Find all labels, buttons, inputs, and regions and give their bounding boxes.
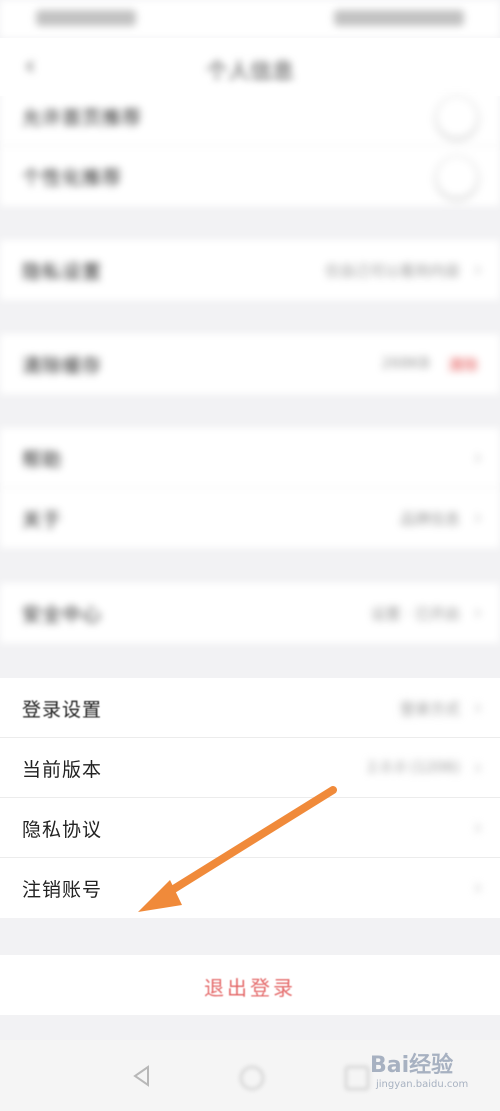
list-item[interactable]: 登录设置 登录方式 › (0, 678, 500, 738)
chevron-right-icon: › (474, 505, 482, 529)
clear-cache-button[interactable]: 清除 (448, 354, 478, 375)
row-label: 登录设置 (22, 699, 103, 721)
watermark-logo: Bai经验 (370, 1053, 454, 1078)
list-item[interactable]: 当前版本 2.0.0 (1206) › (0, 738, 500, 798)
row-label: 允许首页推荐 (22, 107, 143, 129)
row-value: 品牌信息 (399, 510, 460, 528)
recommend-settings-group: 允许首页推荐 个性化推荐 (0, 86, 500, 206)
chevron-right-icon: › (474, 257, 482, 281)
logout-button[interactable]: 退出登录 (0, 955, 500, 1015)
chevron-right-icon: › (474, 815, 482, 839)
chevron-right-icon: › (474, 875, 482, 899)
system-nav-bar: Bai经验 jingyan.baidu.com (0, 1040, 500, 1111)
row-value: 2.0.0 (1206) (367, 758, 460, 776)
help-about-group: 帮助 › 关于 品牌信息 › (0, 428, 500, 548)
row-label: 个性化推荐 (22, 167, 123, 189)
status-bar (0, 0, 500, 38)
row-label: 隐私协议 (22, 819, 103, 841)
privacy-settings-group: 隐私设置 仅自己可以看到内容 › (0, 240, 500, 300)
row-label: 清除缓存 (22, 355, 103, 377)
nav-back-icon[interactable] (130, 1064, 154, 1088)
list-item[interactable]: 注销账号 › (0, 858, 500, 918)
watermark-url: jingyan.baidu.com (376, 1079, 469, 1090)
security-group: 安全中心 设置 · 已开启 › (0, 583, 500, 643)
battery-time-indicators (334, 10, 464, 26)
list-item[interactable]: 帮助 › (0, 428, 500, 488)
toggle-switch-icon[interactable] (436, 156, 478, 198)
page-title: 个人信息 (205, 60, 294, 85)
row-label: 帮助 (22, 449, 63, 471)
row-value: 仅自己可以看到内容 (324, 262, 460, 280)
chevron-right-icon: › (474, 695, 482, 719)
chevron-right-icon: › (474, 445, 482, 469)
list-item[interactable]: 个性化推荐 (0, 146, 500, 206)
row-label: 关于 (22, 509, 63, 531)
row-label: 安全中心 (22, 604, 103, 626)
row-label: 隐私设置 (22, 261, 103, 283)
row-label: 当前版本 (22, 759, 103, 781)
toggle-switch-icon[interactable] (436, 96, 478, 138)
signal-indicators (36, 10, 136, 26)
logout-label: 退出登录 (204, 976, 296, 1000)
list-item[interactable]: 隐私协议 › (0, 798, 500, 858)
chevron-right-icon: › (474, 600, 482, 624)
row-value: 设置 · 已开启 (370, 605, 460, 623)
list-item[interactable]: 安全中心 设置 · 已开启 › (0, 583, 500, 643)
list-item[interactable]: 隐私设置 仅自己可以看到内容 › (0, 240, 500, 300)
row-label: 注销账号 (22, 879, 103, 901)
list-item[interactable]: 允许首页推荐 (0, 86, 500, 146)
cache-group: 清除缓存 268KB 清除 (0, 334, 500, 394)
list-item[interactable]: 清除缓存 268KB 清除 (0, 334, 500, 394)
account-group: 登录设置 登录方式 › 当前版本 2.0.0 (1206) › 隐私协议 › 注… (0, 678, 500, 918)
watermark: Bai经验 jingyan.baidu.com (370, 1047, 490, 1099)
chevron-right-icon: › (474, 755, 482, 779)
nav-home-icon[interactable] (240, 1066, 264, 1090)
list-item[interactable]: 关于 品牌信息 › (0, 488, 500, 548)
row-value: 登录方式 (399, 700, 460, 718)
cache-size: 268KB (381, 354, 430, 372)
nav-recent-icon[interactable] (345, 1066, 369, 1090)
